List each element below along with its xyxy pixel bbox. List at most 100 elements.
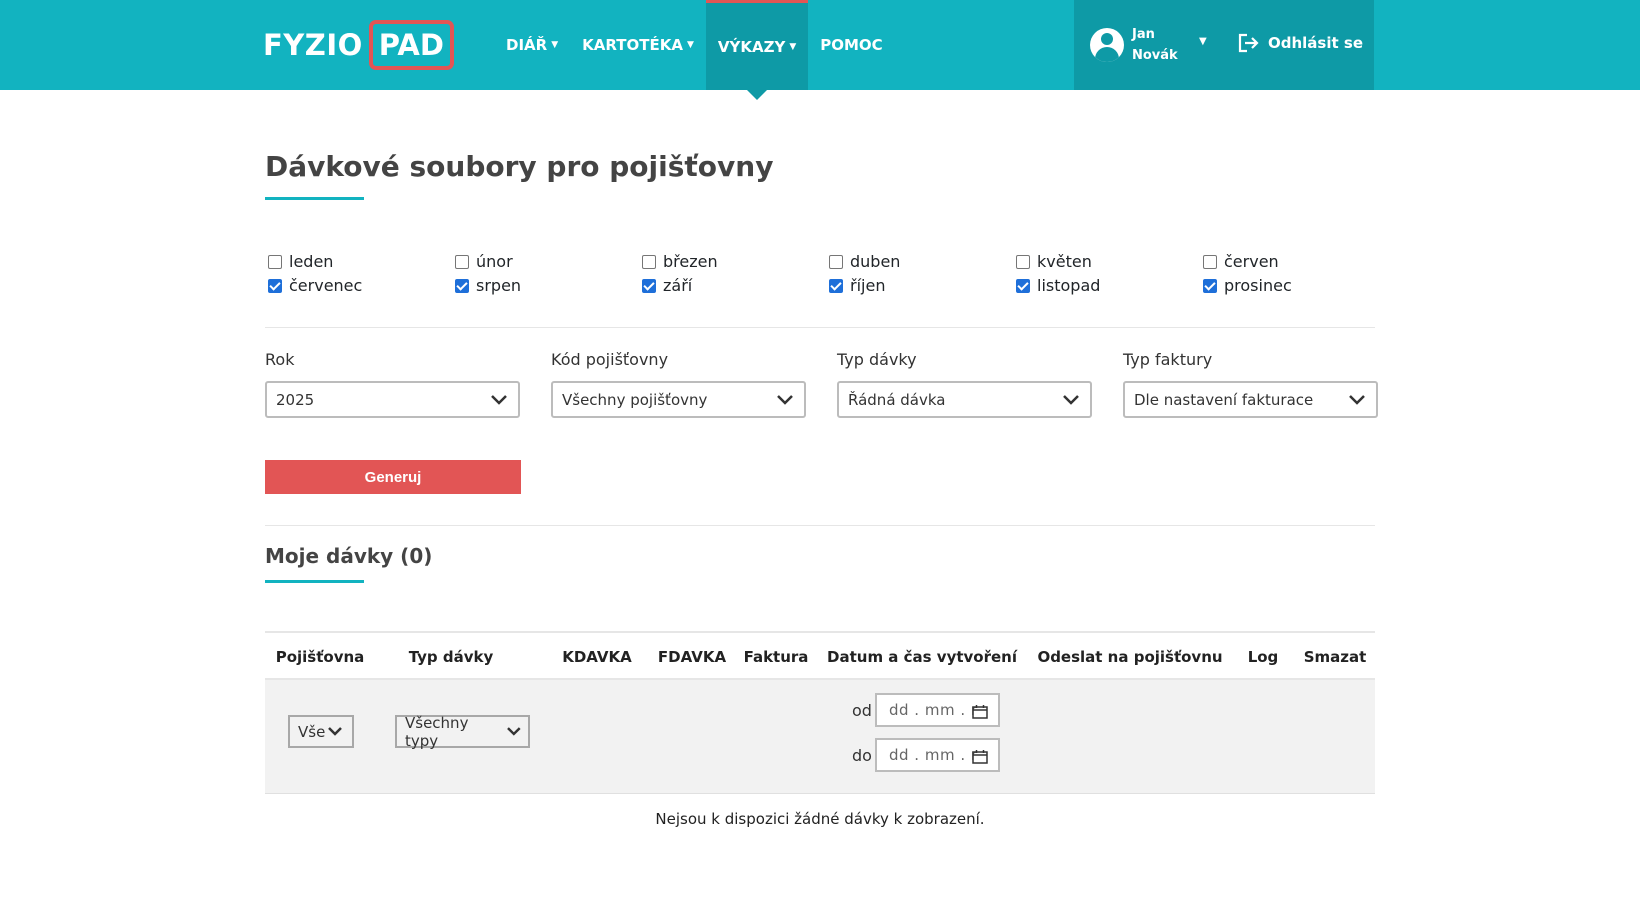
- month-checkbox-srpen[interactable]: srpen: [455, 276, 642, 295]
- month-label: březen: [663, 252, 718, 271]
- chevron-down-icon: [1349, 394, 1365, 405]
- chevron-down-icon: [1063, 394, 1079, 405]
- column-header-kdavka[interactable]: KDAVKA: [557, 633, 637, 680]
- divider: [265, 327, 1375, 328]
- month-label: říjen: [850, 276, 886, 295]
- month-checkbox-leden[interactable]: leden: [268, 252, 455, 271]
- caret-down-icon: ▼: [686, 40, 694, 50]
- month-checkbox-kveten[interactable]: květen: [1016, 252, 1203, 271]
- chevron-down-icon: [491, 394, 507, 405]
- month-label: srpen: [476, 276, 522, 295]
- checkbox-checked[interactable]: [642, 278, 656, 293]
- page-title: Dávkové soubory pro pojišťovny: [265, 150, 774, 183]
- filter-year: Rok 2025: [265, 350, 520, 418]
- month-label: únor: [476, 252, 513, 271]
- select-value: Vše: [298, 722, 326, 741]
- date-from-input[interactable]: dd . mm . r: [875, 693, 1000, 727]
- logout-label: Odhlásit se: [1268, 34, 1363, 52]
- logout-icon: [1238, 33, 1259, 53]
- caret-down-icon: ▼: [789, 41, 797, 52]
- month-label: listopad: [1037, 276, 1101, 295]
- app-logo[interactable]: FYZIO PAD: [263, 20, 454, 70]
- user-avatar-icon[interactable]: [1090, 28, 1124, 62]
- date-placeholder: dd . mm . r: [889, 746, 978, 764]
- nav-item-label: DIÁŘ: [506, 36, 548, 54]
- empty-message: Nejsou k dispozici žádné dávky k zobraze…: [655, 810, 985, 828]
- calendar-icon[interactable]: [972, 704, 988, 719]
- batches-table: Pojišťovna Typ dávky KDAVKA FDAVKA Faktu…: [265, 631, 1375, 794]
- chevron-down-icon: [507, 727, 521, 736]
- filter-batch-type: Typ dávky Řádná dávka: [837, 350, 1092, 418]
- nav-item-label: POMOC: [820, 36, 883, 54]
- date-to-label: do: [852, 746, 872, 765]
- nav-item-kartoteka[interactable]: KARTOTÉKA ▼: [570, 0, 706, 90]
- column-header-datum[interactable]: Datum a čas vytvoření: [827, 633, 1017, 680]
- checkbox[interactable]: [1016, 254, 1030, 269]
- insurer-select[interactable]: Všechny pojišťovny: [551, 381, 806, 418]
- column-header-log[interactable]: Log: [1238, 633, 1288, 680]
- date-placeholder: dd . mm . r: [889, 701, 978, 719]
- checkbox-checked[interactable]: [1203, 278, 1217, 293]
- month-checkbox-listopad[interactable]: listopad: [1016, 276, 1203, 295]
- month-checkbox-cerven[interactable]: červen: [1203, 252, 1390, 271]
- table-header: Pojišťovna Typ dávky KDAVKA FDAVKA Faktu…: [265, 631, 1375, 680]
- column-header-pojistovna[interactable]: Pojišťovna: [265, 633, 375, 680]
- user-first-name: Jan: [1132, 27, 1155, 42]
- month-checkbox-duben[interactable]: duben: [829, 252, 1016, 271]
- checkbox[interactable]: [1203, 254, 1217, 269]
- filter-invoice-type: Typ faktury Dle nastavení fakturace: [1123, 350, 1378, 418]
- month-checkbox-cervenec[interactable]: červenec: [268, 276, 455, 295]
- user-dropdown-caret-icon[interactable]: ▼: [1199, 36, 1207, 47]
- column-header-smazat[interactable]: Smazat: [1300, 633, 1370, 680]
- select-value: Řádná dávka: [848, 390, 946, 409]
- logout-button[interactable]: Odhlásit se: [1238, 33, 1363, 53]
- column-header-odeslat[interactable]: Odeslat na pojišťovnu: [1037, 633, 1222, 680]
- caret-down-icon: ▼: [551, 40, 559, 50]
- month-label: červen: [1224, 252, 1279, 271]
- select-value: 2025: [276, 390, 315, 409]
- filter-label: Typ dávky: [837, 350, 917, 369]
- month-label: duben: [850, 252, 901, 271]
- column-header-typ-davky[interactable]: Typ dávky: [375, 633, 527, 680]
- checkbox-checked[interactable]: [455, 278, 469, 293]
- checkbox[interactable]: [455, 254, 469, 269]
- select-value: Dle nastavení fakturace: [1134, 390, 1314, 409]
- type-filter-select[interactable]: Všechny typy: [395, 713, 530, 750]
- month-checkbox-prosinec[interactable]: prosinec: [1203, 276, 1390, 295]
- top-navbar: FYZIO PAD DIÁŘ ▼ KARTOTÉKA ▼ VÝKAZY ▼ POMOC…: [0, 0, 1640, 100]
- nav-item-pomoc[interactable]: POMOC: [808, 0, 894, 90]
- logo-text-pad: PAD: [368, 20, 454, 70]
- generate-button[interactable]: Generuj: [265, 460, 521, 494]
- select-value: Všechny pojišťovny: [562, 390, 708, 409]
- insurer-filter-select[interactable]: Vše: [288, 715, 354, 748]
- title-underline: [265, 580, 364, 583]
- column-header-fdavka[interactable]: FDAVKA: [652, 633, 732, 680]
- logo-text-fyzio: FYZIO: [263, 28, 363, 62]
- checkbox[interactable]: [268, 254, 282, 269]
- month-checkbox-brezen[interactable]: březen: [642, 252, 829, 271]
- date-to-input[interactable]: dd . mm . r: [875, 738, 1000, 772]
- title-underline: [265, 197, 364, 200]
- batch-type-select[interactable]: Řádná dávka: [837, 381, 1092, 418]
- select-value: Všechny typy: [405, 713, 469, 750]
- checkbox-checked[interactable]: [1016, 278, 1030, 293]
- nav-item-diar[interactable]: DIÁŘ ▼: [494, 0, 570, 90]
- date-from-label: od: [852, 701, 872, 720]
- invoice-type-select[interactable]: Dle nastavení fakturace: [1123, 381, 1378, 418]
- checkbox-checked[interactable]: [268, 278, 282, 293]
- month-checkbox-unor[interactable]: únor: [455, 252, 642, 271]
- checkbox-checked[interactable]: [829, 278, 843, 293]
- main-nav: DIÁŘ ▼ KARTOTÉKA ▼ VÝKAZY ▼ POMOC: [494, 0, 895, 100]
- checkbox[interactable]: [829, 254, 843, 269]
- calendar-icon[interactable]: [972, 749, 988, 764]
- column-header-faktura[interactable]: Faktura: [741, 633, 811, 680]
- year-select[interactable]: 2025: [265, 381, 520, 418]
- month-checkbox-zari[interactable]: září: [642, 276, 829, 295]
- batches-title: Moje dávky (0): [265, 544, 433, 568]
- checkbox[interactable]: [642, 254, 656, 269]
- chevron-down-icon: [328, 727, 343, 736]
- user-name[interactable]: Jan Novák: [1132, 24, 1178, 66]
- filter-insurer: Kód pojišťovny Všechny pojišťovny: [551, 350, 806, 418]
- month-checkbox-rijen[interactable]: říjen: [829, 276, 1016, 295]
- nav-item-vykazy[interactable]: VÝKAZY ▼: [705, 0, 809, 100]
